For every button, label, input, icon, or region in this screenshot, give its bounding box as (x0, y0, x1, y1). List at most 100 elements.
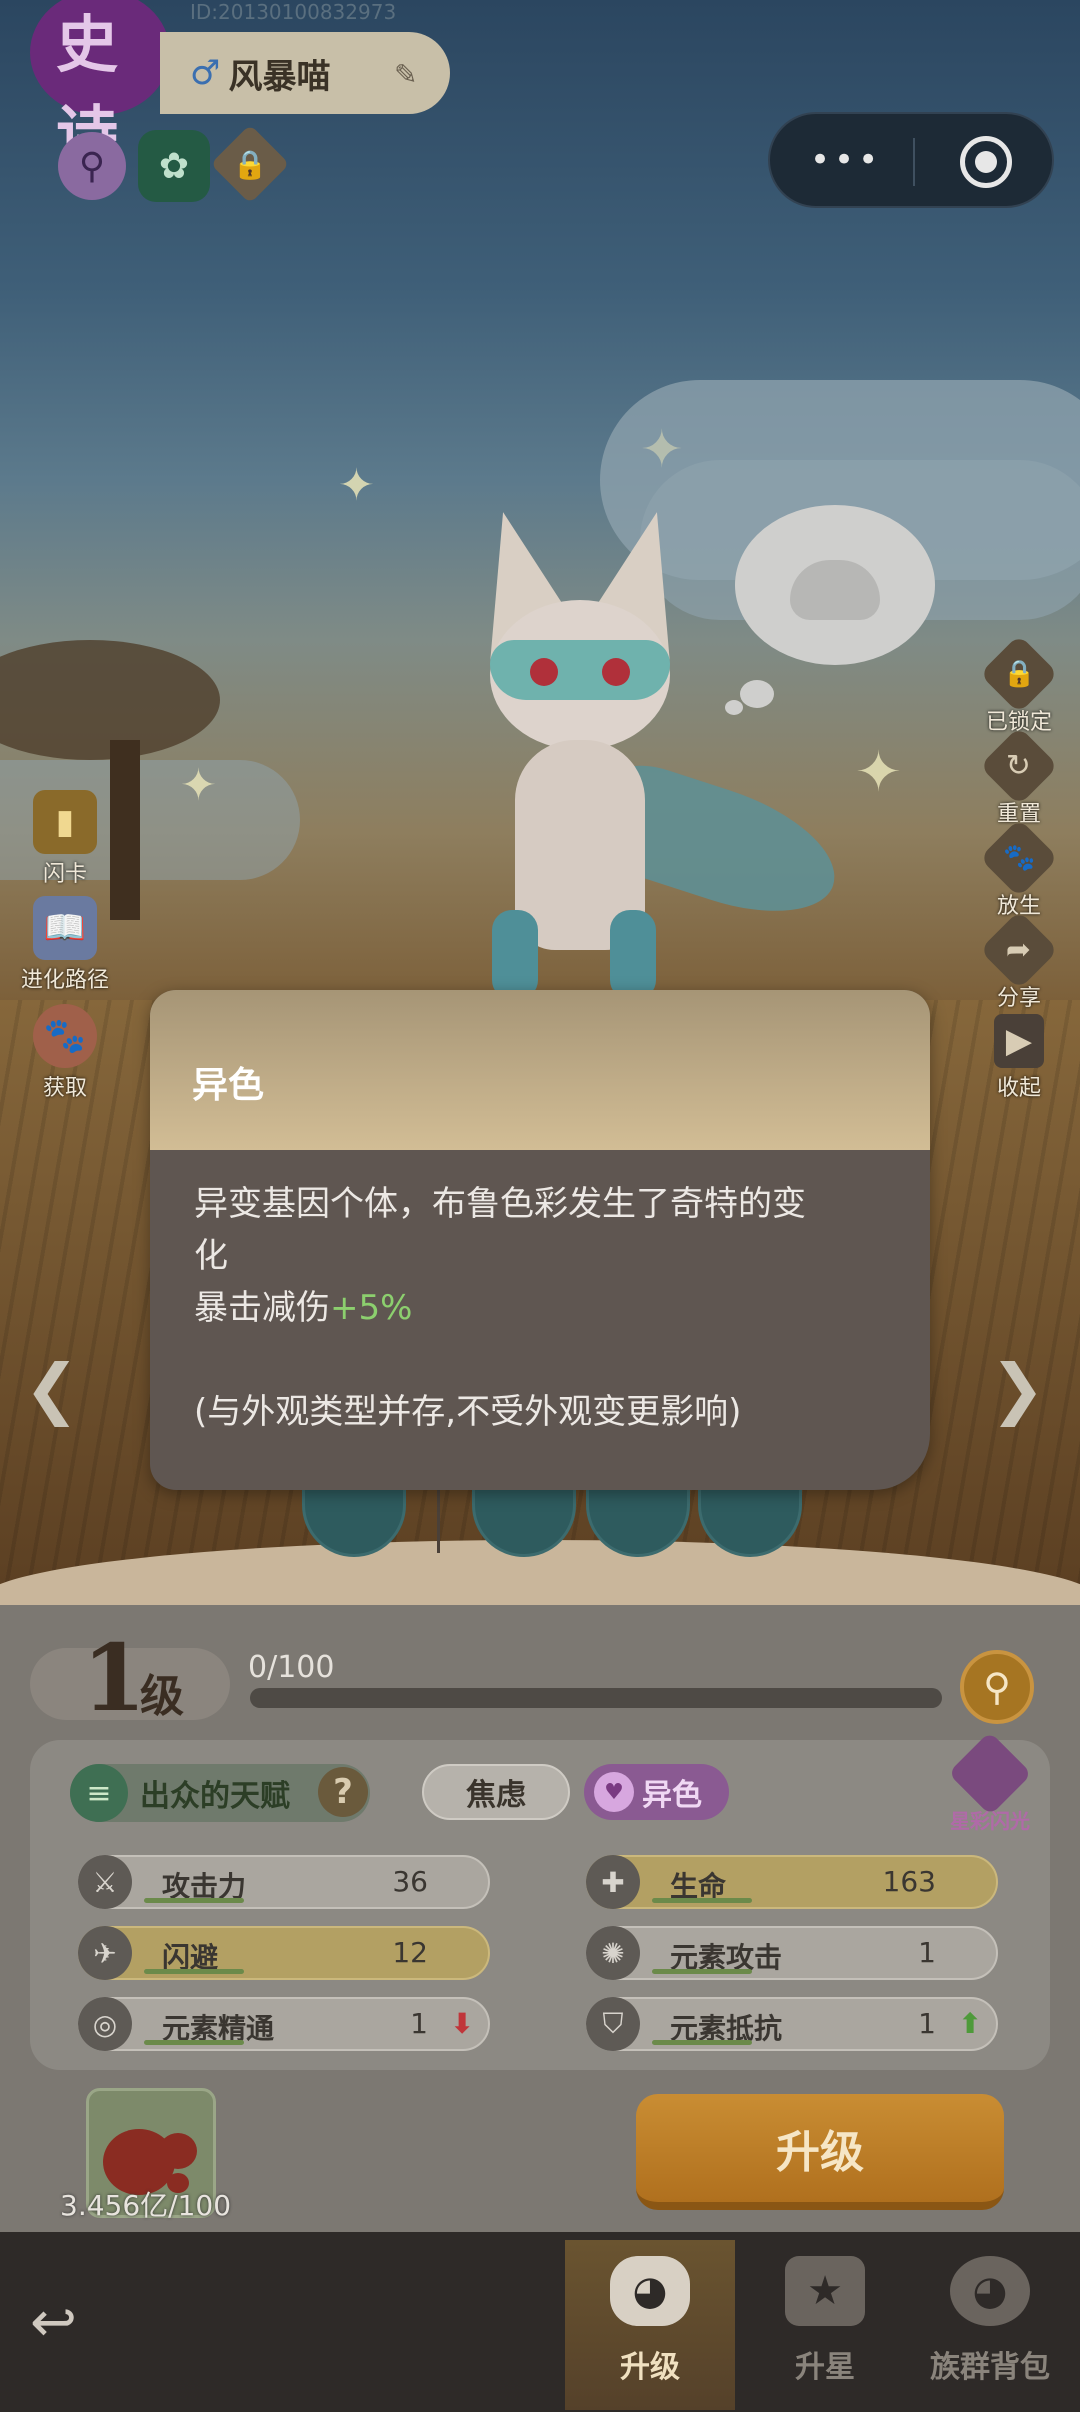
side-button-reset[interactable]: ↻ 重置 (964, 726, 1074, 828)
effect-label: 暴击减伤 (194, 1288, 330, 1328)
sparkle-icon: ✦ (855, 740, 902, 805)
variant-chip[interactable]: ♥ 异色 (584, 1764, 729, 1820)
next-pet-arrow-icon[interactable]: ❯ (990, 1350, 1045, 1427)
stat-underline (144, 1898, 244, 1903)
card-icon: ▮ (33, 790, 97, 854)
cat-face-icon: ◕ (610, 2256, 690, 2326)
side-button-release[interactable]: 🐾 放生 (964, 818, 1074, 920)
xp-progress-bar (250, 1688, 942, 1708)
tooltip-description-cont: 化 (194, 1236, 228, 1276)
side-button-evolution-path[interactable]: 📖 进化路径 (10, 896, 120, 994)
side-button-share[interactable]: ➦ 分享 (964, 910, 1074, 1012)
tooltip-effect: 暴击减伤+5% (194, 1282, 890, 1334)
stat-down-arrow-icon: ⬇ (450, 2007, 474, 2040)
side-button-label: 收起 (996, 1076, 1041, 1101)
swirl-icon: ◎ (78, 1997, 132, 2051)
level-unit: 级 (140, 1671, 184, 1722)
stat-value: 12 (392, 1936, 428, 1969)
side-button-label: 获取 (42, 1076, 87, 1101)
tab-upgrade[interactable]: ◕ 升级 (565, 2240, 735, 2410)
side-button-obtain[interactable]: 🐾 获取 (10, 1004, 120, 1102)
stat-dodge[interactable]: ✈ 闪避 12 (78, 1926, 490, 1980)
rarity-badge: 史诗 (30, 0, 170, 171)
magnifier-icon[interactable]: ⚲ (58, 132, 126, 200)
pet-eye (530, 658, 558, 686)
nature-chip[interactable]: 焦虑 (422, 1764, 570, 1820)
xp-text: 0/100 (248, 1650, 335, 1685)
side-button-label: 闪卡 (42, 862, 87, 887)
shiny-badge[interactable]: 星彩闪光 (940, 1731, 1040, 1834)
book-icon: 📖 (33, 896, 97, 960)
stat-underline (144, 1969, 244, 1974)
back-arrow-icon[interactable]: ↩ (30, 2290, 120, 2355)
more-options-icon[interactable]: ••• (810, 143, 882, 177)
magnifier-icon: ⚲ (983, 1665, 1011, 1709)
bag-icon: ◕ (950, 2256, 1030, 2326)
tab-star-up[interactable]: ★ 升星 (740, 2240, 910, 2410)
tooltip-note: (与外观类型并存,不受外观变更影响) (194, 1392, 742, 1432)
previous-pet-arrow-icon[interactable]: ❮ (24, 1350, 79, 1427)
variant-tooltip: 异色 异变基因个体，布鲁色彩发生了奇特的变 化 暴击减伤+5% (与外观类型并存… (150, 990, 930, 1490)
talent-tree-icon: ≡ (70, 1764, 128, 1822)
lock-icon: 🔒 (979, 634, 1059, 714)
stat-underline (652, 1898, 752, 1903)
stat-value: 36 (392, 1865, 428, 1898)
sparkle-icon: ✦ (640, 420, 684, 480)
reset-icon: ↻ (979, 726, 1059, 806)
stat-attack[interactable]: ⚔ 攻击力 36 (78, 1855, 490, 1909)
stat-underline (652, 1969, 752, 1974)
berry-icon (159, 2133, 197, 2169)
wing-icon: ✈ (78, 1926, 132, 1980)
pet-name-bar[interactable]: ♂ 风暴喵 ✎ (160, 32, 450, 114)
pet-name: 风暴喵 (228, 56, 331, 97)
sparkle-icon: ✦ (180, 760, 217, 811)
sword-icon: ⚔ (78, 1855, 132, 1909)
side-button-collapse[interactable]: ▶ 收起 (964, 1014, 1074, 1102)
element-icon: ✺ (586, 1926, 640, 1980)
pet-boot (492, 910, 538, 1000)
pet-mask (490, 640, 670, 700)
tab-group-bag[interactable]: ◕ 族群背包 (905, 2240, 1075, 2410)
star-icon: ★ (785, 2256, 865, 2326)
effect-value: +5% (330, 1288, 413, 1328)
tooltip-title: 异色 (192, 1065, 265, 1106)
pet-eye (602, 658, 630, 686)
heart-plus-icon: ✚ (586, 1855, 640, 1909)
shiny-sparkle-icon (947, 1731, 1033, 1816)
tab-label: 族群背包 (930, 2350, 1050, 2385)
level-number: 1 (82, 1624, 147, 1732)
collapse-icon: ▶ (994, 1014, 1044, 1068)
stat-element-mastery[interactable]: ◎ 元素精通 1 ⬇ (78, 1997, 490, 2051)
tooltip-header: 异色 (150, 990, 930, 1150)
upgrade-button[interactable]: 升级 (636, 2094, 1004, 2210)
thought-bubble-dot (740, 680, 774, 708)
variant-heart-icon: ♥ (594, 1772, 634, 1812)
stat-value: 1 (410, 2007, 428, 2040)
inspect-button[interactable]: ⚲ (960, 1650, 1034, 1724)
element-type-icon[interactable]: ✿ (138, 130, 210, 202)
tab-label: 升星 (795, 2350, 855, 2385)
thought-bubble-dot (725, 700, 743, 715)
stat-up-arrow-icon: ⬆ (958, 2007, 982, 2040)
side-button-locked[interactable]: 🔒 已锁定 (964, 634, 1074, 736)
side-button-label: 进化路径 (20, 968, 109, 993)
edit-pencil-icon[interactable]: ✎ (394, 58, 424, 91)
tab-label: 升级 (620, 2350, 680, 2385)
variant-label: 异色 (642, 1778, 702, 1813)
tooltip-description: 异变基因个体，布鲁色彩发生了奇特的变 (194, 1184, 806, 1224)
stat-underline (652, 2040, 752, 2045)
miniprogram-capsule: ••• (768, 112, 1054, 208)
capsule-divider (913, 138, 915, 186)
stat-element-resist[interactable]: ⛉ 元素抵抗 1 ⬆ (586, 1997, 998, 2051)
side-button-flash-card[interactable]: ▮ 闪卡 (10, 790, 120, 888)
paw-icon: 🐾 (33, 1004, 97, 1068)
stat-element-attack[interactable]: ✺ 元素攻击 1 (586, 1926, 998, 1980)
stat-hp[interactable]: ✚ 生命 163 (586, 1855, 998, 1909)
tooltip-body: 异变基因个体，布鲁色彩发生了奇特的变 化 暴击减伤+5% (与外观类型并存,不受… (150, 1150, 930, 1438)
close-miniprogram-icon[interactable] (960, 136, 1012, 188)
sparkle-icon: ✦ (338, 460, 375, 511)
pet-model[interactable] (430, 500, 852, 1020)
shield-icon: ⛉ (586, 1997, 640, 2051)
stat-underline (144, 2040, 244, 2045)
help-icon[interactable]: ? (318, 1767, 368, 1817)
